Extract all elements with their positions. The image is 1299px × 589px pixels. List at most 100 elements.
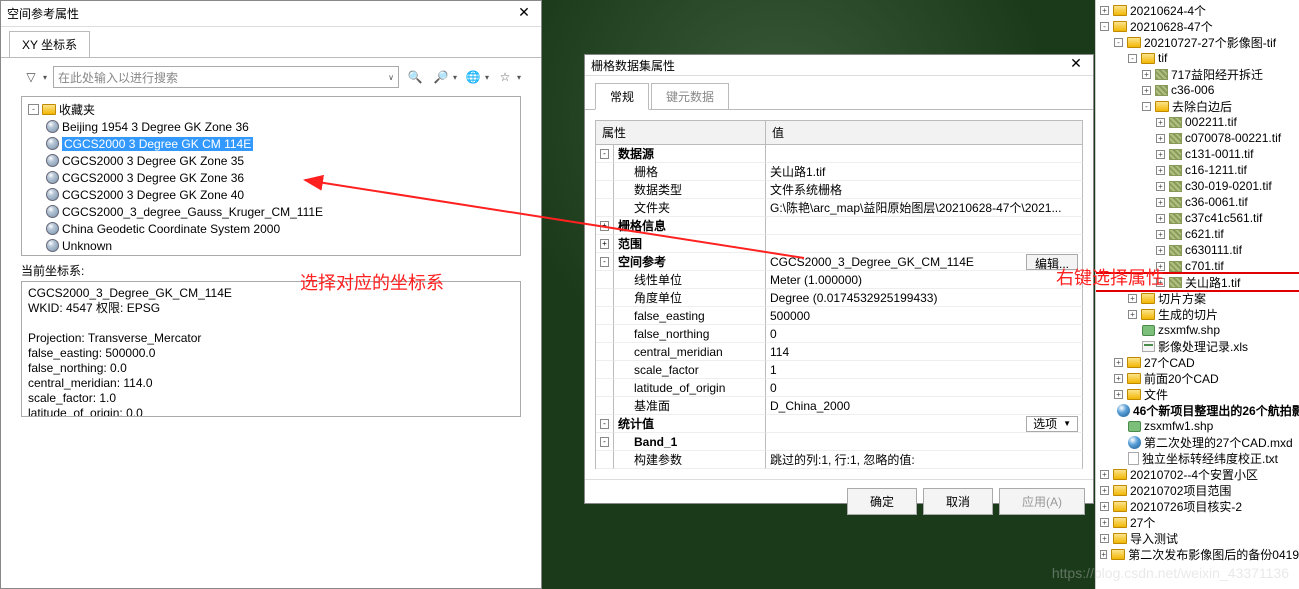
catalog-item[interactable]: 20210726项目核实-2 — [1096, 498, 1299, 514]
tree-toggle[interactable] — [1156, 118, 1165, 127]
tree-item-label[interactable]: 收藏夹 — [59, 101, 95, 118]
catalog-item[interactable]: c131-0011.tif — [1096, 146, 1299, 162]
property-row[interactable]: +范围 — [596, 235, 1083, 253]
catalog-item[interactable]: c16-1211.tif — [1096, 162, 1299, 178]
crs-tree-item[interactable]: Unknown — [24, 237, 518, 254]
property-row[interactable]: 构建参数跳过的列:1, 行:1, 忽略的值: — [596, 451, 1083, 469]
property-row[interactable]: 线性单位Meter (1.000000) — [596, 271, 1083, 289]
crs-tree-item[interactable]: WGS 1984 World Mercator — [24, 254, 518, 256]
ok-button[interactable]: 确定 — [847, 488, 917, 515]
tree-toggle[interactable]: - — [28, 104, 39, 115]
catalog-item[interactable]: 20210702项目范围 — [1096, 482, 1299, 498]
catalog-item[interactable]: zsxmfw1.shp — [1096, 418, 1299, 434]
tree-toggle[interactable] — [1100, 6, 1109, 15]
tree-toggle[interactable]: - — [600, 149, 609, 159]
catalog-item[interactable]: c630111.tif — [1096, 242, 1299, 258]
catalog-item[interactable]: tif — [1096, 50, 1299, 66]
property-row[interactable]: scale_factor1 — [596, 361, 1083, 379]
tree-toggle[interactable] — [1114, 358, 1123, 367]
tab-xy-crs[interactable]: XY 坐标系 — [9, 31, 90, 57]
tree-toggle[interactable] — [1100, 502, 1109, 511]
property-row[interactable]: false_easting500000 — [596, 307, 1083, 325]
catalog-item[interactable]: c30-019-0201.tif — [1096, 178, 1299, 194]
catalog-item[interactable]: c37c41c561.tif — [1096, 210, 1299, 226]
catalog-item[interactable]: c621.tif — [1096, 226, 1299, 242]
tree-toggle[interactable] — [1100, 550, 1107, 559]
tree-toggle[interactable] — [1156, 262, 1165, 271]
crs-tree-item[interactable]: China Geodetic Coordinate System 2000 — [24, 220, 518, 237]
tree-toggle[interactable] — [1156, 214, 1165, 223]
star-icon[interactable]: ☆ — [495, 67, 515, 87]
property-row[interactable]: +栅格信息 — [596, 217, 1083, 235]
tree-toggle[interactable] — [1156, 246, 1165, 255]
catalog-item[interactable]: 27个CAD — [1096, 354, 1299, 370]
tree-toggle[interactable] — [1100, 470, 1109, 479]
apply-button[interactable]: 应用(A) — [999, 488, 1085, 515]
crs-tree[interactable]: -收藏夹Beijing 1954 3 Degree GK Zone 36CGCS… — [21, 96, 521, 256]
tree-toggle[interactable] — [1156, 230, 1165, 239]
tree-toggle[interactable]: - — [600, 257, 609, 267]
search-icon[interactable]: 🔍 — [405, 67, 425, 87]
property-row[interactable]: -统计值选项 — [596, 415, 1083, 433]
property-row[interactable]: -Band_1 — [596, 433, 1083, 451]
tree-toggle[interactable] — [1156, 134, 1165, 143]
tree-toggle[interactable] — [1100, 534, 1109, 543]
tab-key-metadata[interactable]: 键元数据 — [651, 83, 729, 110]
tree-toggle[interactable] — [1114, 374, 1123, 383]
crs-tree-item[interactable]: Beijing 1954 3 Degree GK Zone 36 — [24, 118, 518, 135]
tree-toggle[interactable] — [1100, 518, 1109, 527]
catalog-item[interactable]: 第二次处理的27个CAD.mxd — [1096, 434, 1299, 450]
property-row[interactable]: 角度单位Degree (0.0174532925199433) — [596, 289, 1083, 307]
property-row[interactable]: 数据类型文件系统栅格 — [596, 181, 1083, 199]
property-row[interactable]: false_northing0 — [596, 325, 1083, 343]
catalog-item[interactable]: 切片方案 — [1096, 290, 1299, 306]
options-dropdown[interactable]: 选项 — [1026, 416, 1078, 432]
property-grid[interactable]: -数据源栅格关山路1.tif数据类型文件系统栅格文件夹G:\陈艳\arc_map… — [595, 145, 1083, 469]
search-input[interactable]: 在此处输入以进行搜索 ∨ — [53, 66, 399, 88]
tree-toggle[interactable] — [1100, 22, 1109, 31]
catalog-item[interactable]: 20210727-27个影像图-tif — [1096, 34, 1299, 50]
edit-button[interactable]: 编辑... — [1026, 254, 1078, 270]
property-row[interactable]: -空间参考CGCS2000_3_Degree_GK_CM_114E编辑... — [596, 253, 1083, 271]
catalog-item[interactable]: 46个新项目整理出的26个航拍影 — [1096, 402, 1299, 418]
crs-tree-item[interactable]: CGCS2000 3 Degree GK Zone 40 — [24, 186, 518, 203]
catalog-item[interactable]: 去除白边后 — [1096, 98, 1299, 114]
catalog-item[interactable]: 20210702--4个安置小区 — [1096, 466, 1299, 482]
property-row[interactable]: 文件夹G:\陈艳\arc_map\益阳原始图层\20210628-47个\202… — [596, 199, 1083, 217]
tree-toggle[interactable] — [1128, 294, 1137, 303]
crs-tree-item[interactable]: CGCS2000 3 Degree GK CM 114E — [24, 135, 518, 152]
tree-toggle[interactable] — [1156, 198, 1165, 207]
tree-toggle[interactable]: + — [600, 239, 609, 249]
catalog-item[interactable]: 27个 — [1096, 514, 1299, 530]
tree-toggle[interactable]: - — [600, 419, 609, 429]
tree-toggle[interactable] — [1156, 150, 1165, 159]
catalog-item[interactable]: 前面20个CAD — [1096, 370, 1299, 386]
catalog-item[interactable]: 生成的切片 — [1096, 306, 1299, 322]
close-button[interactable]: ✕ — [1065, 55, 1087, 75]
catalog-item[interactable]: c36-0061.tif — [1096, 194, 1299, 210]
tree-toggle[interactable]: - — [600, 437, 609, 447]
catalog-item[interactable]: 20210624-4个 — [1096, 2, 1299, 18]
catalog-item[interactable]: c070078-00221.tif — [1096, 130, 1299, 146]
catalog-item[interactable]: 717益阳经开拆迁 — [1096, 66, 1299, 82]
tree-toggle[interactable] — [1156, 166, 1165, 175]
crs-tree-item[interactable]: CGCS2000 3 Degree GK Zone 35 — [24, 152, 518, 169]
tree-toggle[interactable] — [1156, 182, 1165, 191]
crs-tree-item[interactable]: CGCS2000_3_degree_Gauss_Kruger_CM_111E — [24, 203, 518, 220]
tree-toggle[interactable]: + — [600, 221, 609, 231]
catalog-item[interactable]: c701.tif — [1096, 258, 1299, 274]
property-row[interactable]: 基准面D_China_2000 — [596, 397, 1083, 415]
tree-toggle[interactable] — [1114, 390, 1123, 399]
globe-icon[interactable]: 🌐 — [463, 67, 483, 87]
catalog-item[interactable]: 关山路1.tif — [1096, 274, 1299, 290]
catalog-tree[interactable]: 20210624-4个20210628-47个20210727-27个影像图-t… — [1095, 0, 1299, 589]
crs-tree-item[interactable]: CGCS2000 3 Degree GK Zone 36 — [24, 169, 518, 186]
tab-general[interactable]: 常规 — [595, 83, 649, 110]
crs-details[interactable]: CGCS2000_3_Degree_GK_CM_114E WKID: 4547 … — [21, 281, 521, 417]
catalog-item[interactable]: c36-006 — [1096, 82, 1299, 98]
tree-toggle[interactable] — [1142, 102, 1151, 111]
property-row[interactable]: central_meridian114 — [596, 343, 1083, 361]
catalog-item[interactable]: 导入测试 — [1096, 530, 1299, 546]
cancel-button[interactable]: 取消 — [923, 488, 993, 515]
catalog-item[interactable]: 文件 — [1096, 386, 1299, 402]
